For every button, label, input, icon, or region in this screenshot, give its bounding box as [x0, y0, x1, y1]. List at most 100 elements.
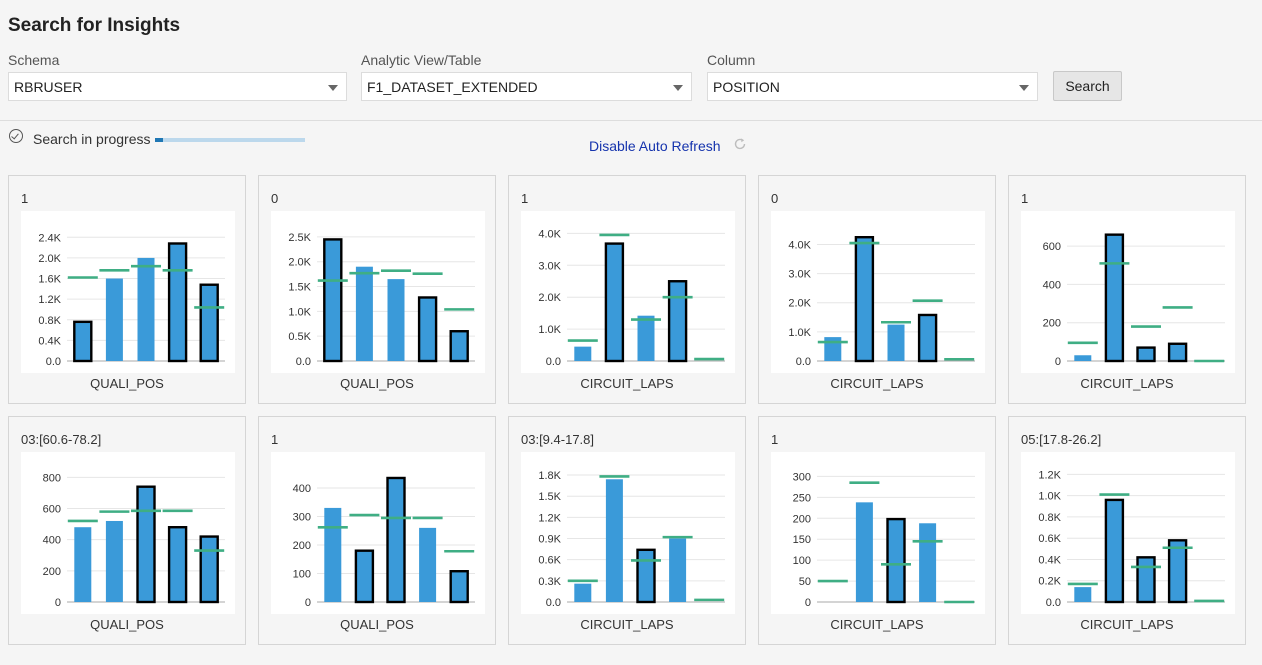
- bar: [105, 520, 123, 602]
- refresh-icon[interactable]: [733, 137, 747, 151]
- y-tick-label: 300: [293, 511, 311, 523]
- y-tick-label: 0.0: [46, 356, 61, 368]
- insight-card[interactable]: 03:[60.6-78.2] 0 200 400 600 800 QUALI_POS: [8, 416, 246, 645]
- insight-card[interactable]: 1 0 50 100 150 200 250 300 CIRCUIT_LAPS: [758, 416, 996, 645]
- y-tick-label: 100: [793, 555, 811, 567]
- page-title: Search for Insights: [8, 15, 181, 36]
- y-tick-label: 0.0: [1046, 597, 1061, 609]
- bar-chart: 0.0 1.0K 2.0K 3.0K 4.0K: [538, 228, 725, 368]
- bar: [449, 330, 469, 363]
- insight-card[interactable]: 0 0.0 0.5K 1.0K 1.5K 2.0K 2.5K QUALI_POS: [258, 175, 496, 404]
- x-axis-label: CIRCUIT_LAPS: [1080, 617, 1174, 632]
- divider: [0, 120, 1262, 121]
- insight-card[interactable]: 1 0 100 200 300 400 QUALI_POS: [258, 416, 496, 645]
- chart-area: 0.0 0.4K 0.8K 1.2K 1.6K 2.0K 2.4K: [21, 211, 235, 373]
- bar: [1136, 346, 1156, 363]
- y-tick-label: 4.0K: [538, 228, 561, 240]
- bar: [449, 570, 469, 604]
- bar-chart: 0.0 0.5K 1.0K 1.5K 2.0K 2.5K: [288, 232, 475, 368]
- chevron-down-icon: [1019, 85, 1029, 91]
- bar: [354, 549, 375, 604]
- bar-chart: 0 100 200 300 400: [293, 476, 475, 609]
- x-axis-label: QUALI_POS: [340, 376, 414, 391]
- bar: [136, 485, 156, 604]
- insight-card[interactable]: 0 0.0 1.0K 2.0K 3.0K 4.0K CIRCUIT_LAPS: [758, 175, 996, 404]
- chevron-down-icon: [328, 85, 338, 91]
- insight-card-header: 05:[17.8-26.2]: [1021, 432, 1102, 447]
- y-tick-label: 300: [793, 471, 811, 483]
- bar-chart: 0.0 0.2K 0.4K 0.6K 0.8K 1.0K 1.2K: [1038, 469, 1225, 609]
- y-tick-label: 0.9K: [538, 534, 561, 546]
- insight-card[interactable]: 1 0.0 1.0K 2.0K 3.0K 4.0K CIRCUIT_LAPS: [508, 175, 746, 404]
- bar: [1136, 556, 1156, 604]
- y-tick-label: 0.8K: [1038, 512, 1061, 524]
- insight-card-header: 1: [771, 432, 779, 447]
- insight-card[interactable]: 1 0 200 400 600 CIRCUIT_LAPS: [1008, 175, 1246, 404]
- y-tick-label: 0.2K: [1038, 576, 1061, 588]
- x-axis-label: QUALI_POS: [90, 376, 164, 391]
- bar: [419, 527, 437, 602]
- bar: [417, 296, 438, 363]
- bar-chart: 0 200 400 600: [1043, 233, 1225, 368]
- y-tick-label: 0: [805, 597, 811, 609]
- y-tick-label: 400: [1043, 279, 1061, 291]
- y-tick-label: 600: [43, 504, 61, 516]
- y-tick-label: 0.0: [296, 356, 311, 368]
- insight-card-header: 03:[9.4-17.8]: [521, 432, 594, 447]
- bar: [167, 242, 188, 363]
- search-button[interactable]: Search: [1053, 71, 1122, 101]
- x-axis-label: QUALI_POS: [340, 617, 414, 632]
- y-tick-label: 1.8K: [538, 470, 561, 482]
- y-tick-label: 200: [293, 540, 311, 552]
- y-tick-label: 0.0: [546, 597, 561, 609]
- y-tick-label: 0: [55, 597, 61, 609]
- y-tick-label: 0.6K: [1038, 533, 1061, 545]
- bar: [667, 280, 688, 363]
- insight-card[interactable]: 1 0.0 0.4K 0.8K 1.2K 1.6K 2.0K 2.4K QUALI_POS: [8, 175, 246, 404]
- bar: [1104, 233, 1125, 363]
- chart-area: 0.0 0.5K 1.0K 1.5K 2.0K 2.5K: [271, 211, 485, 373]
- y-tick-label: 50: [799, 576, 811, 588]
- y-tick-label: 1.2K: [538, 512, 561, 524]
- chevron-down-icon: [673, 85, 683, 91]
- y-tick-label: 0.3K: [538, 576, 561, 588]
- y-tick-label: 3.0K: [538, 260, 561, 272]
- y-tick-label: 3.0K: [788, 269, 811, 281]
- x-axis-label: CIRCUIT_LAPS: [1080, 376, 1174, 391]
- y-tick-label: 200: [793, 513, 811, 525]
- disable-auto-refresh-link[interactable]: Disable Auto Refresh: [589, 138, 721, 154]
- insight-card-header: 0: [771, 191, 779, 206]
- y-tick-label: 250: [793, 492, 811, 504]
- y-tick-label: 2.0K: [38, 253, 61, 265]
- bar: [386, 476, 406, 604]
- x-axis-label: QUALI_POS: [90, 617, 164, 632]
- y-tick-label: 0.4K: [1038, 554, 1061, 566]
- bar: [824, 337, 842, 361]
- y-tick-label: 2.0K: [288, 257, 311, 269]
- insight-card-header: 1: [521, 191, 529, 206]
- view-select[interactable]: F1_DATASET_EXTENDED: [361, 72, 692, 101]
- bar-chart: 0 200 400 600 800: [43, 472, 225, 609]
- insight-card-header: 03:[60.6-78.2]: [21, 432, 102, 447]
- y-tick-label: 150: [793, 534, 811, 546]
- bar: [605, 479, 623, 602]
- column-select[interactable]: POSITION: [707, 72, 1038, 101]
- progress-bar: [155, 138, 305, 142]
- x-axis-label: CIRCUIT_LAPS: [830, 376, 924, 391]
- insight-card[interactable]: 03:[9.4-17.8] 0.0 0.3K 0.6K 0.9K 1.2K 1.5K 1.8K…: [508, 416, 746, 645]
- bar-chart: 0.0 0.3K 0.6K 0.9K 1.2K 1.5K 1.8K: [538, 470, 725, 609]
- bar: [854, 235, 875, 363]
- schema-label: Schema: [8, 52, 60, 68]
- bar: [74, 527, 92, 602]
- y-tick-label: 2.5K: [288, 232, 311, 244]
- y-tick-label: 0.0: [546, 356, 561, 368]
- chart-area: 0 200 400 600: [1021, 211, 1235, 373]
- schema-select[interactable]: RBRUSER: [8, 72, 347, 101]
- schema-value: RBRUSER: [14, 78, 83, 95]
- insight-card[interactable]: 05:[17.8-26.2] 0.0 0.2K 0.4K 0.6K 0.8K 1.0K 1.2…: [1008, 416, 1246, 645]
- y-tick-label: 0.0: [796, 356, 811, 368]
- insight-card-header: 1: [1021, 191, 1029, 206]
- bar: [919, 523, 937, 602]
- view-value: F1_DATASET_EXTENDED: [367, 78, 538, 95]
- bar: [604, 242, 625, 363]
